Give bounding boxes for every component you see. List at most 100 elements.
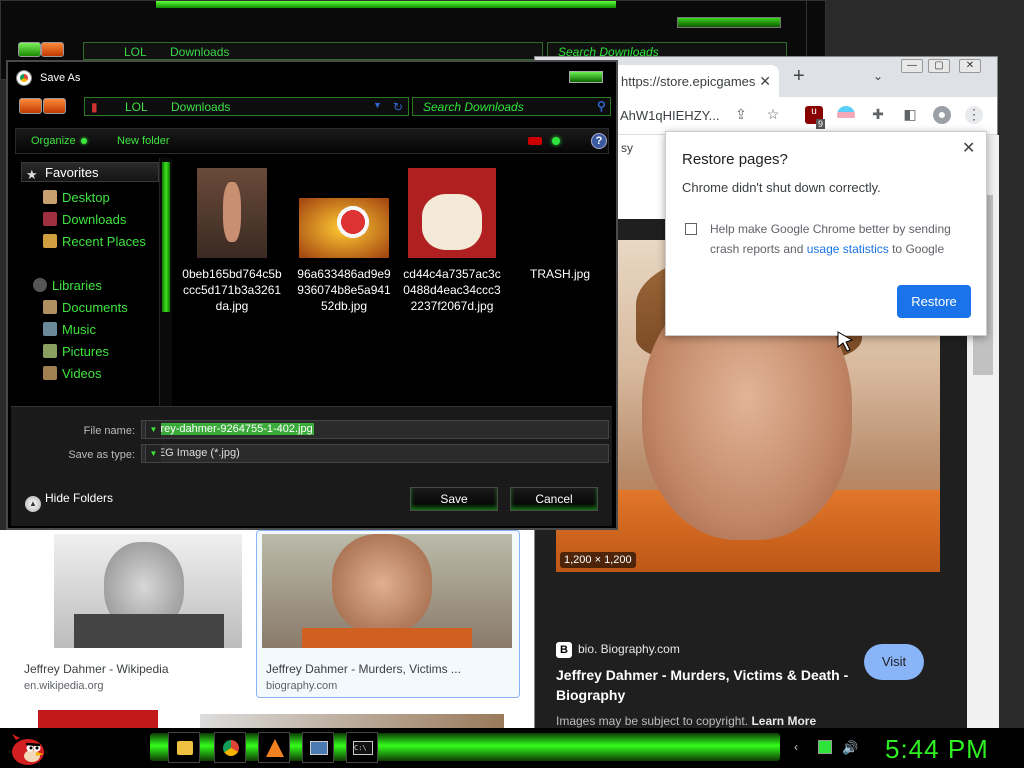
address-segment[interactable]: Downloads bbox=[170, 45, 229, 59]
search-box[interactable]: Search Downloads ⚲ bbox=[412, 97, 611, 116]
next-row-thumbnail[interactable] bbox=[200, 714, 504, 728]
usage-statistics-link[interactable]: usage statistics bbox=[807, 242, 889, 256]
nav-libraries[interactable]: Libraries bbox=[33, 278, 102, 293]
maximize-icon[interactable]: ▢ bbox=[928, 59, 950, 73]
refresh-icon[interactable]: ↻ bbox=[393, 100, 403, 114]
chevron-down-icon[interactable]: ▼ bbox=[145, 421, 161, 438]
tab-search-icon[interactable]: ⌄ bbox=[873, 69, 883, 83]
forward-icon[interactable] bbox=[43, 98, 66, 114]
scrollbar-thumb[interactable] bbox=[162, 162, 170, 312]
side-panel-icon[interactable]: ◧ bbox=[901, 106, 919, 124]
extension-badge: 9 bbox=[816, 119, 826, 129]
nav-desktop[interactable]: Desktop bbox=[43, 190, 110, 205]
chrome-icon bbox=[17, 71, 31, 85]
new-folder-button[interactable]: New folder bbox=[117, 135, 170, 147]
nav-buttons[interactable] bbox=[19, 98, 67, 119]
result-caption[interactable]: Jeffrey Dahmer - Murders, Victims ... bbox=[266, 662, 461, 676]
visit-button[interactable]: Visit bbox=[864, 644, 924, 680]
back-icon[interactable] bbox=[18, 42, 41, 57]
result-thumbnail[interactable] bbox=[262, 534, 512, 648]
view-options-icon[interactable] bbox=[552, 137, 560, 145]
nav-favorites[interactable]: ★ Favorites bbox=[21, 162, 159, 182]
save-as-dialog: Save As ▮ LOL Downloads ▼ ↻ Search Downl… bbox=[6, 60, 618, 530]
help-text: Help make Google Chrome better by sendin… bbox=[710, 219, 972, 259]
taskbar-app[interactable] bbox=[302, 732, 334, 763]
file-item[interactable]: TRASH.jpg bbox=[510, 266, 610, 282]
close-window-icon[interactable]: ✕ bbox=[959, 59, 981, 73]
file-item[interactable]: 0beb165bd764c5bccc5d171b3a3261da.jpg bbox=[182, 168, 282, 314]
dropdown-icon[interactable]: ▼ bbox=[373, 100, 382, 110]
file-thumbnail bbox=[197, 168, 267, 258]
file-item[interactable]: 96a633486ad9e9936074b8e5a94152db.jpg bbox=[294, 168, 394, 314]
file-thumbnail bbox=[299, 198, 389, 258]
address-segment[interactable]: LOL bbox=[124, 45, 147, 59]
network-icon[interactable] bbox=[818, 740, 832, 754]
window-buttons[interactable] bbox=[677, 17, 781, 28]
nav-buttons[interactable] bbox=[18, 42, 66, 57]
organize-button[interactable]: Organize bbox=[31, 135, 87, 147]
crash-report-checkbox[interactable] bbox=[685, 223, 697, 235]
back-icon[interactable] bbox=[19, 98, 42, 114]
close-tab-icon[interactable]: ✕ bbox=[759, 73, 771, 90]
new-tab-icon[interactable]: + bbox=[793, 65, 805, 88]
address-bar[interactable]: LOL Downloads bbox=[83, 42, 543, 60]
nav-recent-places[interactable]: Recent Places bbox=[43, 234, 146, 249]
volume-icon[interactable]: 🔊 bbox=[842, 740, 858, 755]
restore-button[interactable]: Restore bbox=[897, 285, 971, 318]
save-button[interactable]: Save bbox=[410, 487, 498, 511]
search-icon[interactable]: ⚲ bbox=[597, 99, 606, 113]
result-thumbnail[interactable] bbox=[54, 534, 242, 648]
address-segment[interactable]: LOL bbox=[125, 100, 148, 114]
thumbnail-face bbox=[332, 534, 432, 634]
forward-icon[interactable] bbox=[41, 42, 64, 57]
view-icon[interactable] bbox=[528, 137, 542, 145]
extensions-puzzle-icon[interactable]: ✚ bbox=[869, 106, 887, 124]
result-source[interactable]: Bbio. Biography.com bbox=[556, 642, 680, 658]
file-thumbnail bbox=[408, 168, 496, 258]
omnibox-url[interactable]: AhW1qHIEHZY... bbox=[620, 108, 719, 123]
close-button[interactable] bbox=[569, 71, 603, 83]
learn-more-link[interactable]: Learn More bbox=[751, 714, 816, 728]
file-item[interactable]: cd44c4a7357ac3c0488d4eac34ccc32237f2067d… bbox=[402, 168, 502, 314]
hide-folders-toggle[interactable]: ▲ Hide Folders bbox=[25, 491, 113, 512]
bookmark-star-icon[interactable]: ☆ bbox=[764, 106, 782, 124]
system-clock[interactable]: 5:44 PM bbox=[885, 734, 989, 765]
taskbar-vlc[interactable] bbox=[258, 732, 290, 763]
file-name: TRASH.jpg bbox=[529, 267, 591, 281]
taskbar-cmd[interactable]: C:\ bbox=[346, 732, 378, 763]
taskbar-chrome[interactable] bbox=[214, 732, 246, 763]
menu-kebab-icon[interactable]: ⋮ bbox=[965, 106, 983, 124]
tray-arrow-icon[interactable]: ‹ bbox=[794, 740, 808, 754]
nav-music[interactable]: Music bbox=[43, 322, 96, 337]
result-caption[interactable]: Jeffrey Dahmer - Wikipedia bbox=[24, 662, 169, 676]
share-icon[interactable]: ⇪ bbox=[732, 106, 750, 124]
cancel-button[interactable]: Cancel bbox=[510, 487, 598, 511]
address-segment[interactable]: Downloads bbox=[171, 100, 230, 114]
profile-avatar-icon[interactable]: ● bbox=[933, 106, 951, 124]
nav-documents[interactable]: Documents bbox=[43, 300, 128, 315]
chevron-down-icon[interactable]: ▼ bbox=[145, 445, 161, 462]
nav-label: Documents bbox=[62, 300, 128, 315]
taskbar-explorer[interactable] bbox=[168, 732, 200, 763]
result-title[interactable]: Jeffrey Dahmer - Murders, Victims & Deat… bbox=[556, 665, 876, 705]
file-name-value[interactable]: jeffrey-dahmer-9264755-1-402.jpg bbox=[145, 423, 314, 435]
address-bar[interactable]: ▮ LOL Downloads ▼ ↻ bbox=[84, 97, 409, 116]
next-row-thumbnail[interactable] bbox=[38, 710, 158, 728]
help-text-post: to Google bbox=[888, 242, 945, 256]
nav-downloads[interactable]: Downloads bbox=[43, 212, 126, 227]
nav-pictures[interactable]: Pictures bbox=[43, 344, 109, 359]
browser-tab[interactable]: https://store.epicgames ✕ bbox=[597, 65, 779, 97]
thumbnail-figure bbox=[223, 182, 241, 242]
videos-icon bbox=[43, 366, 57, 380]
folder-icon bbox=[177, 741, 193, 755]
nav-videos[interactable]: Videos bbox=[43, 366, 102, 381]
angry-bird-start-icon[interactable] bbox=[6, 730, 46, 766]
minimize-icon[interactable]: — bbox=[901, 59, 923, 73]
file-name-input[interactable]: jeffrey-dahmer-9264755-1-402.jpg ▼ bbox=[141, 420, 609, 439]
close-icon[interactable]: ✕ bbox=[962, 138, 975, 158]
extension-icon[interactable] bbox=[837, 106, 855, 124]
help-icon[interactable]: ? bbox=[591, 133, 607, 149]
save-options: File name: jeffrey-dahmer-9264755-1-402.… bbox=[11, 406, 612, 526]
nav-scrollbar[interactable] bbox=[159, 158, 172, 406]
save-type-select[interactable]: JPEG Image (*.jpg) ▼ bbox=[141, 444, 609, 463]
